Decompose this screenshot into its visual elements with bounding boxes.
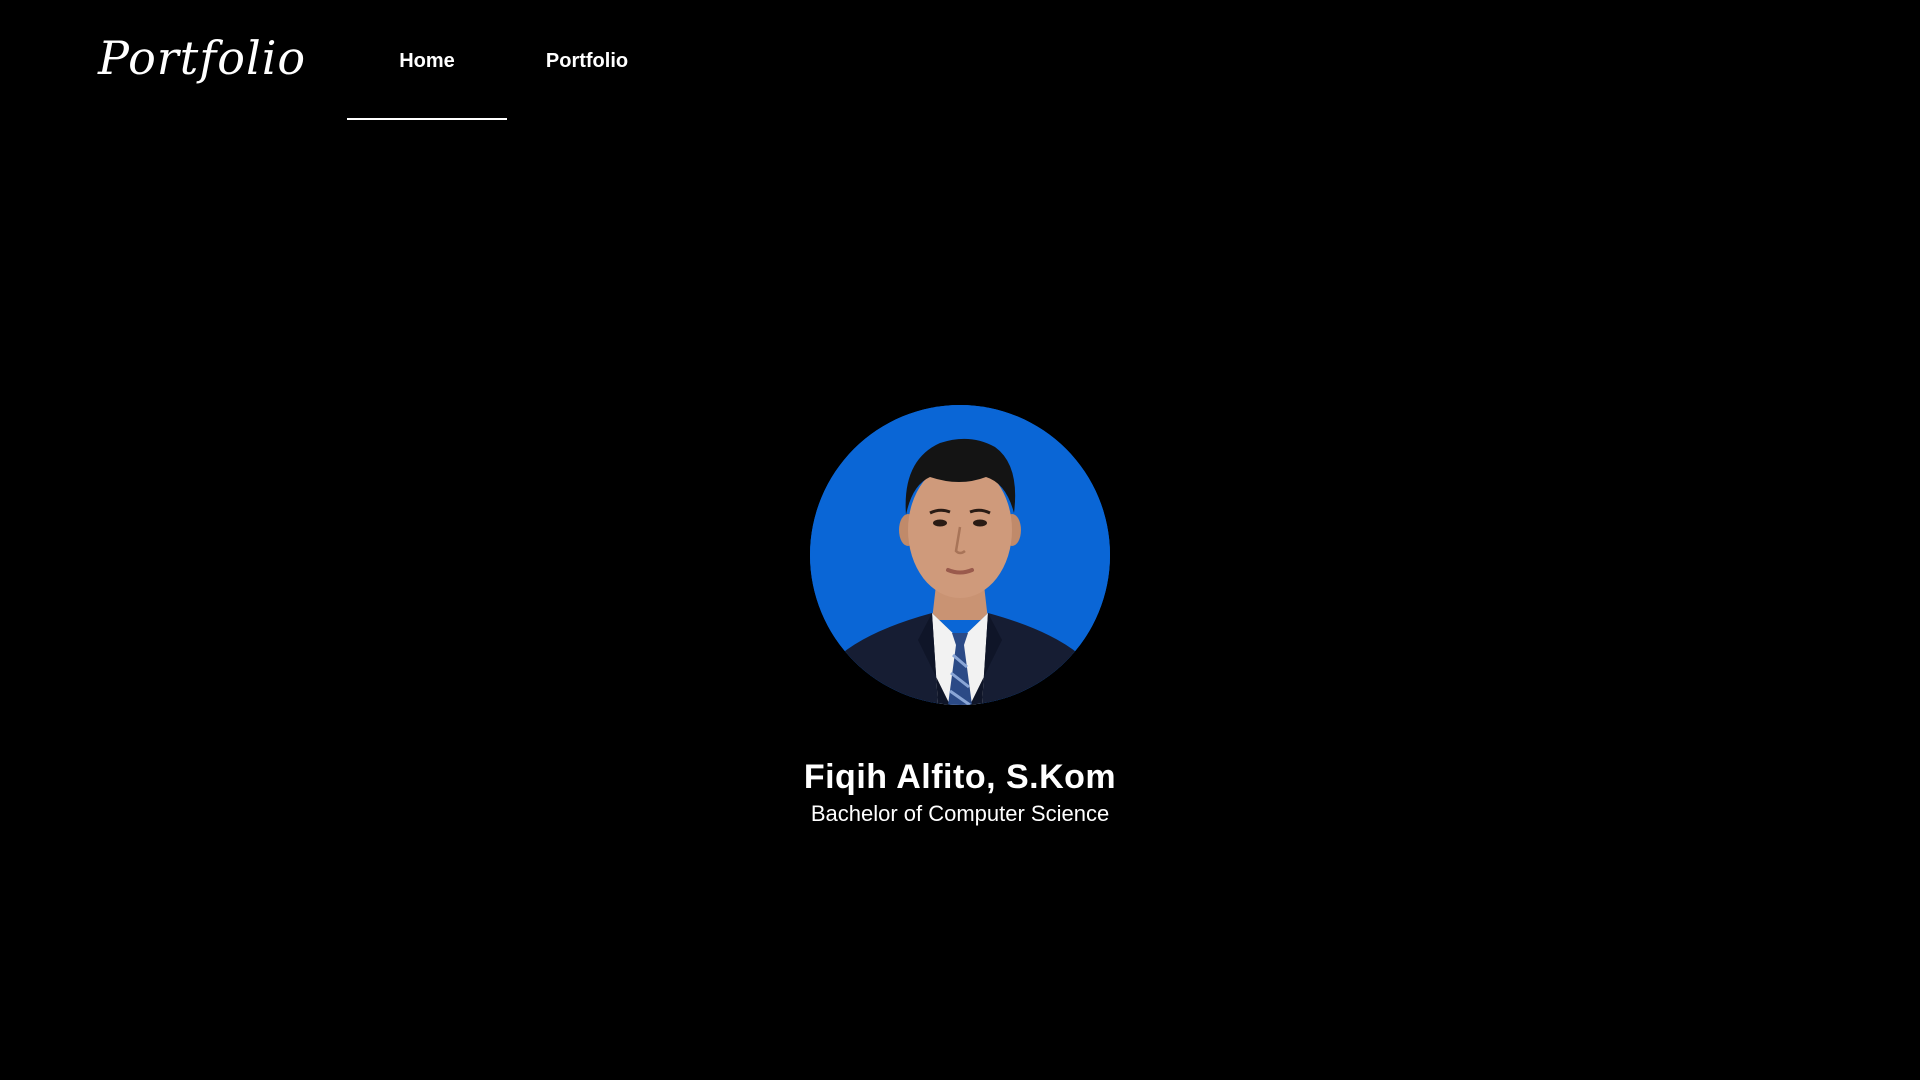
active-nav-indicator	[347, 118, 507, 120]
site-logo[interactable]: Portfolio	[98, 28, 306, 88]
nav-link-home[interactable]: Home	[347, 0, 507, 122]
profile-title: Bachelor of Computer Science	[810, 801, 1110, 826]
profile-photo	[810, 405, 1110, 705]
profile-name: Fiqih Alfito, S.Kom	[803, 757, 1117, 796]
navbar: Portfolio Home Portfolio	[0, 0, 1920, 122]
nav-link-portfolio[interactable]: Portfolio	[507, 0, 667, 122]
